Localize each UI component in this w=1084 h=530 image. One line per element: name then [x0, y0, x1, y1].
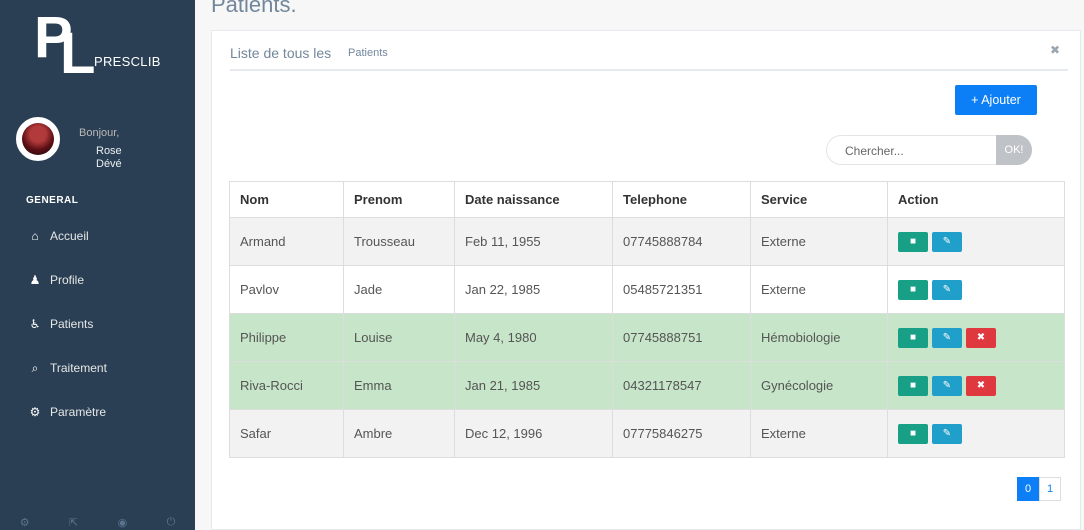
power-icon[interactable]: ⏻ — [167, 516, 176, 530]
cell-telephone: 07745888784 — [612, 217, 751, 266]
edit-pencil-button[interactable]: ✎ — [932, 279, 962, 300]
cell-telephone: 04321178547 — [612, 361, 751, 410]
column-header-telephone[interactable]: Telephone — [612, 181, 751, 218]
cell-telephone: 07745888751 — [612, 313, 751, 362]
user-icon: ♟ — [29, 273, 41, 287]
fullscreen-icon[interactable]: ⇱ — [69, 516, 78, 530]
cell-action: ■ ✎ — [887, 265, 1065, 314]
lock-icon[interactable]: ◉ — [118, 516, 128, 530]
cell-prenom: Trousseau — [343, 217, 455, 266]
sidebar-item-label: Accueil — [50, 229, 89, 243]
sidebar-item-label: Traitement — [50, 361, 107, 375]
table-row: Riva-Rocci Emma Jan 21, 1985 04321178547 Gyn… — [229, 361, 1065, 410]
cell-nom: Armand — [229, 217, 344, 266]
logo-letter-l: L — [60, 21, 96, 86]
cell-telephone: 07775846275 — [612, 409, 751, 458]
sidebar-item-parametre[interactable]: ⚙ Paramètre — [26, 402, 106, 422]
column-header-prenom[interactable]: Prenom — [343, 181, 455, 218]
cell-service: Externe — [750, 265, 888, 314]
profile-last-name: Dévé — [96, 158, 122, 170]
home-icon: ⌂ — [31, 229, 39, 243]
sidebar: P L PRESCLIB Bonjour, Rose Dévé GENERAL … — [0, 0, 195, 530]
page-title: Patients. — [211, 0, 297, 17]
column-header-service[interactable]: Service — [750, 181, 888, 218]
app-logo[interactable]: P L PRESCLIB — [34, 5, 184, 86]
search-button[interactable]: OK! — [996, 135, 1032, 165]
view-folder-button[interactable]: ■ — [898, 327, 928, 348]
patients-panel: Liste de tous les Patients ✖ + Ajouter C… — [211, 30, 1081, 530]
logo-brand-name: PRESCLIB — [94, 54, 161, 69]
cell-action: ■ ✎ ✖ — [887, 361, 1065, 410]
cell-nom: Philippe — [229, 313, 344, 362]
page-button-0[interactable]: 0 — [1017, 477, 1039, 501]
delete-button[interactable]: ✖ — [966, 327, 996, 348]
avatar — [16, 117, 60, 161]
sidebar-item-label: Paramètre — [50, 405, 107, 419]
view-folder-button[interactable]: ■ — [898, 231, 928, 252]
cell-action: ■ ✎ ✖ — [887, 313, 1065, 362]
sidebar-footer: ⚙ ⇱ ◉ ⏻ — [0, 516, 195, 530]
table-header-row: Nom Prenom Date naissance Telephone Serv… — [229, 181, 1065, 218]
column-header-nom[interactable]: Nom — [229, 181, 344, 218]
column-header-date[interactable]: Date naissance — [454, 181, 613, 218]
cell-prenom: Ambre — [343, 409, 455, 458]
add-patient-button[interactable]: + Ajouter — [955, 85, 1037, 115]
edit-pencil-button[interactable]: ✎ — [932, 327, 962, 348]
table-row: Safar Ambre Dec 12, 1996 07775846275 Externe… — [229, 409, 1065, 458]
sidebar-item-traitement[interactable]: ⌕ Traitement — [26, 358, 107, 378]
cell-date-naissance: Dec 12, 1996 — [454, 409, 613, 458]
panel-header: Liste de tous les Patients ✖ — [230, 41, 1068, 71]
cell-date-naissance: Jan 22, 1985 — [454, 265, 613, 314]
search-input[interactable]: Chercher... — [845, 144, 904, 158]
edit-pencil-button[interactable]: ✎ — [932, 231, 962, 252]
cell-prenom: Jade — [343, 265, 455, 314]
panel-title: Liste de tous les — [230, 45, 332, 61]
wheelchair-icon: ♿ — [29, 317, 41, 331]
view-folder-button[interactable]: ■ — [898, 423, 928, 444]
sidebar-item-label: Patients — [50, 317, 94, 331]
profile-greeting: Bonjour, — [79, 127, 120, 139]
close-icon[interactable]: ✖ — [1050, 43, 1060, 57]
cell-telephone: 05485721351 — [612, 265, 751, 314]
delete-button[interactable]: ✖ — [966, 375, 996, 396]
edit-pencil-button[interactable]: ✎ — [932, 375, 962, 396]
edit-pencil-button[interactable]: ✎ — [932, 423, 962, 444]
patients-table: Nom Prenom Date naissance Telephone Serv… — [229, 181, 1065, 458]
sidebar-item-accueil[interactable]: ⌂ Accueil — [26, 226, 89, 246]
sidebar-item-label: Profile — [50, 273, 85, 287]
cell-nom: Pavlov — [229, 265, 344, 314]
cell-service: Externe — [750, 217, 888, 266]
cell-prenom: Emma — [343, 361, 455, 410]
cell-date-naissance: Feb 11, 1955 — [454, 217, 613, 266]
sidebar-item-patients[interactable]: ♿ Patients — [26, 314, 94, 334]
cell-date-naissance: Jan 21, 1985 — [454, 361, 613, 410]
pagination: 0 1 — [1017, 477, 1061, 501]
cell-service: Gynécologie — [750, 361, 888, 410]
gears-icon: ⚙ — [29, 405, 41, 419]
settings-icon[interactable]: ⚙ — [20, 516, 30, 530]
cell-prenom: Louise — [343, 313, 455, 362]
table-row: Pavlov Jade Jan 22, 1985 05485721351 Externe… — [229, 265, 1065, 314]
cell-service: Hémobiologie — [750, 313, 888, 362]
view-folder-button[interactable]: ■ — [898, 375, 928, 396]
column-header-action: Action — [887, 181, 1065, 218]
sidebar-item-profile[interactable]: ♟ Profile — [26, 270, 84, 290]
view-folder-button[interactable]: ■ — [898, 279, 928, 300]
cell-service: Externe — [750, 409, 888, 458]
table-row: Armand Trousseau Feb 11, 1955 07745888784 Ex… — [229, 217, 1065, 266]
cell-nom: Safar — [229, 409, 344, 458]
page-button-1[interactable]: 1 — [1039, 477, 1061, 501]
panel-subtitle: Patients — [348, 47, 388, 59]
cell-date-naissance: May 4, 1980 — [454, 313, 613, 362]
table-row: Philippe Louise May 4, 1980 07745888751 Hémo… — [229, 313, 1065, 362]
profile-first-name: Rose — [96, 145, 122, 157]
cell-action: ■ ✎ — [887, 217, 1065, 266]
user-profile: Bonjour, Rose Dévé — [16, 117, 186, 177]
cell-action: ■ ✎ — [887, 409, 1065, 458]
sidebar-section-title: GENERAL — [26, 195, 79, 206]
cell-nom: Riva-Rocci — [229, 361, 344, 410]
search-box: Chercher... OK! — [826, 135, 1032, 165]
search-icon: ⌕ — [31, 360, 39, 375]
